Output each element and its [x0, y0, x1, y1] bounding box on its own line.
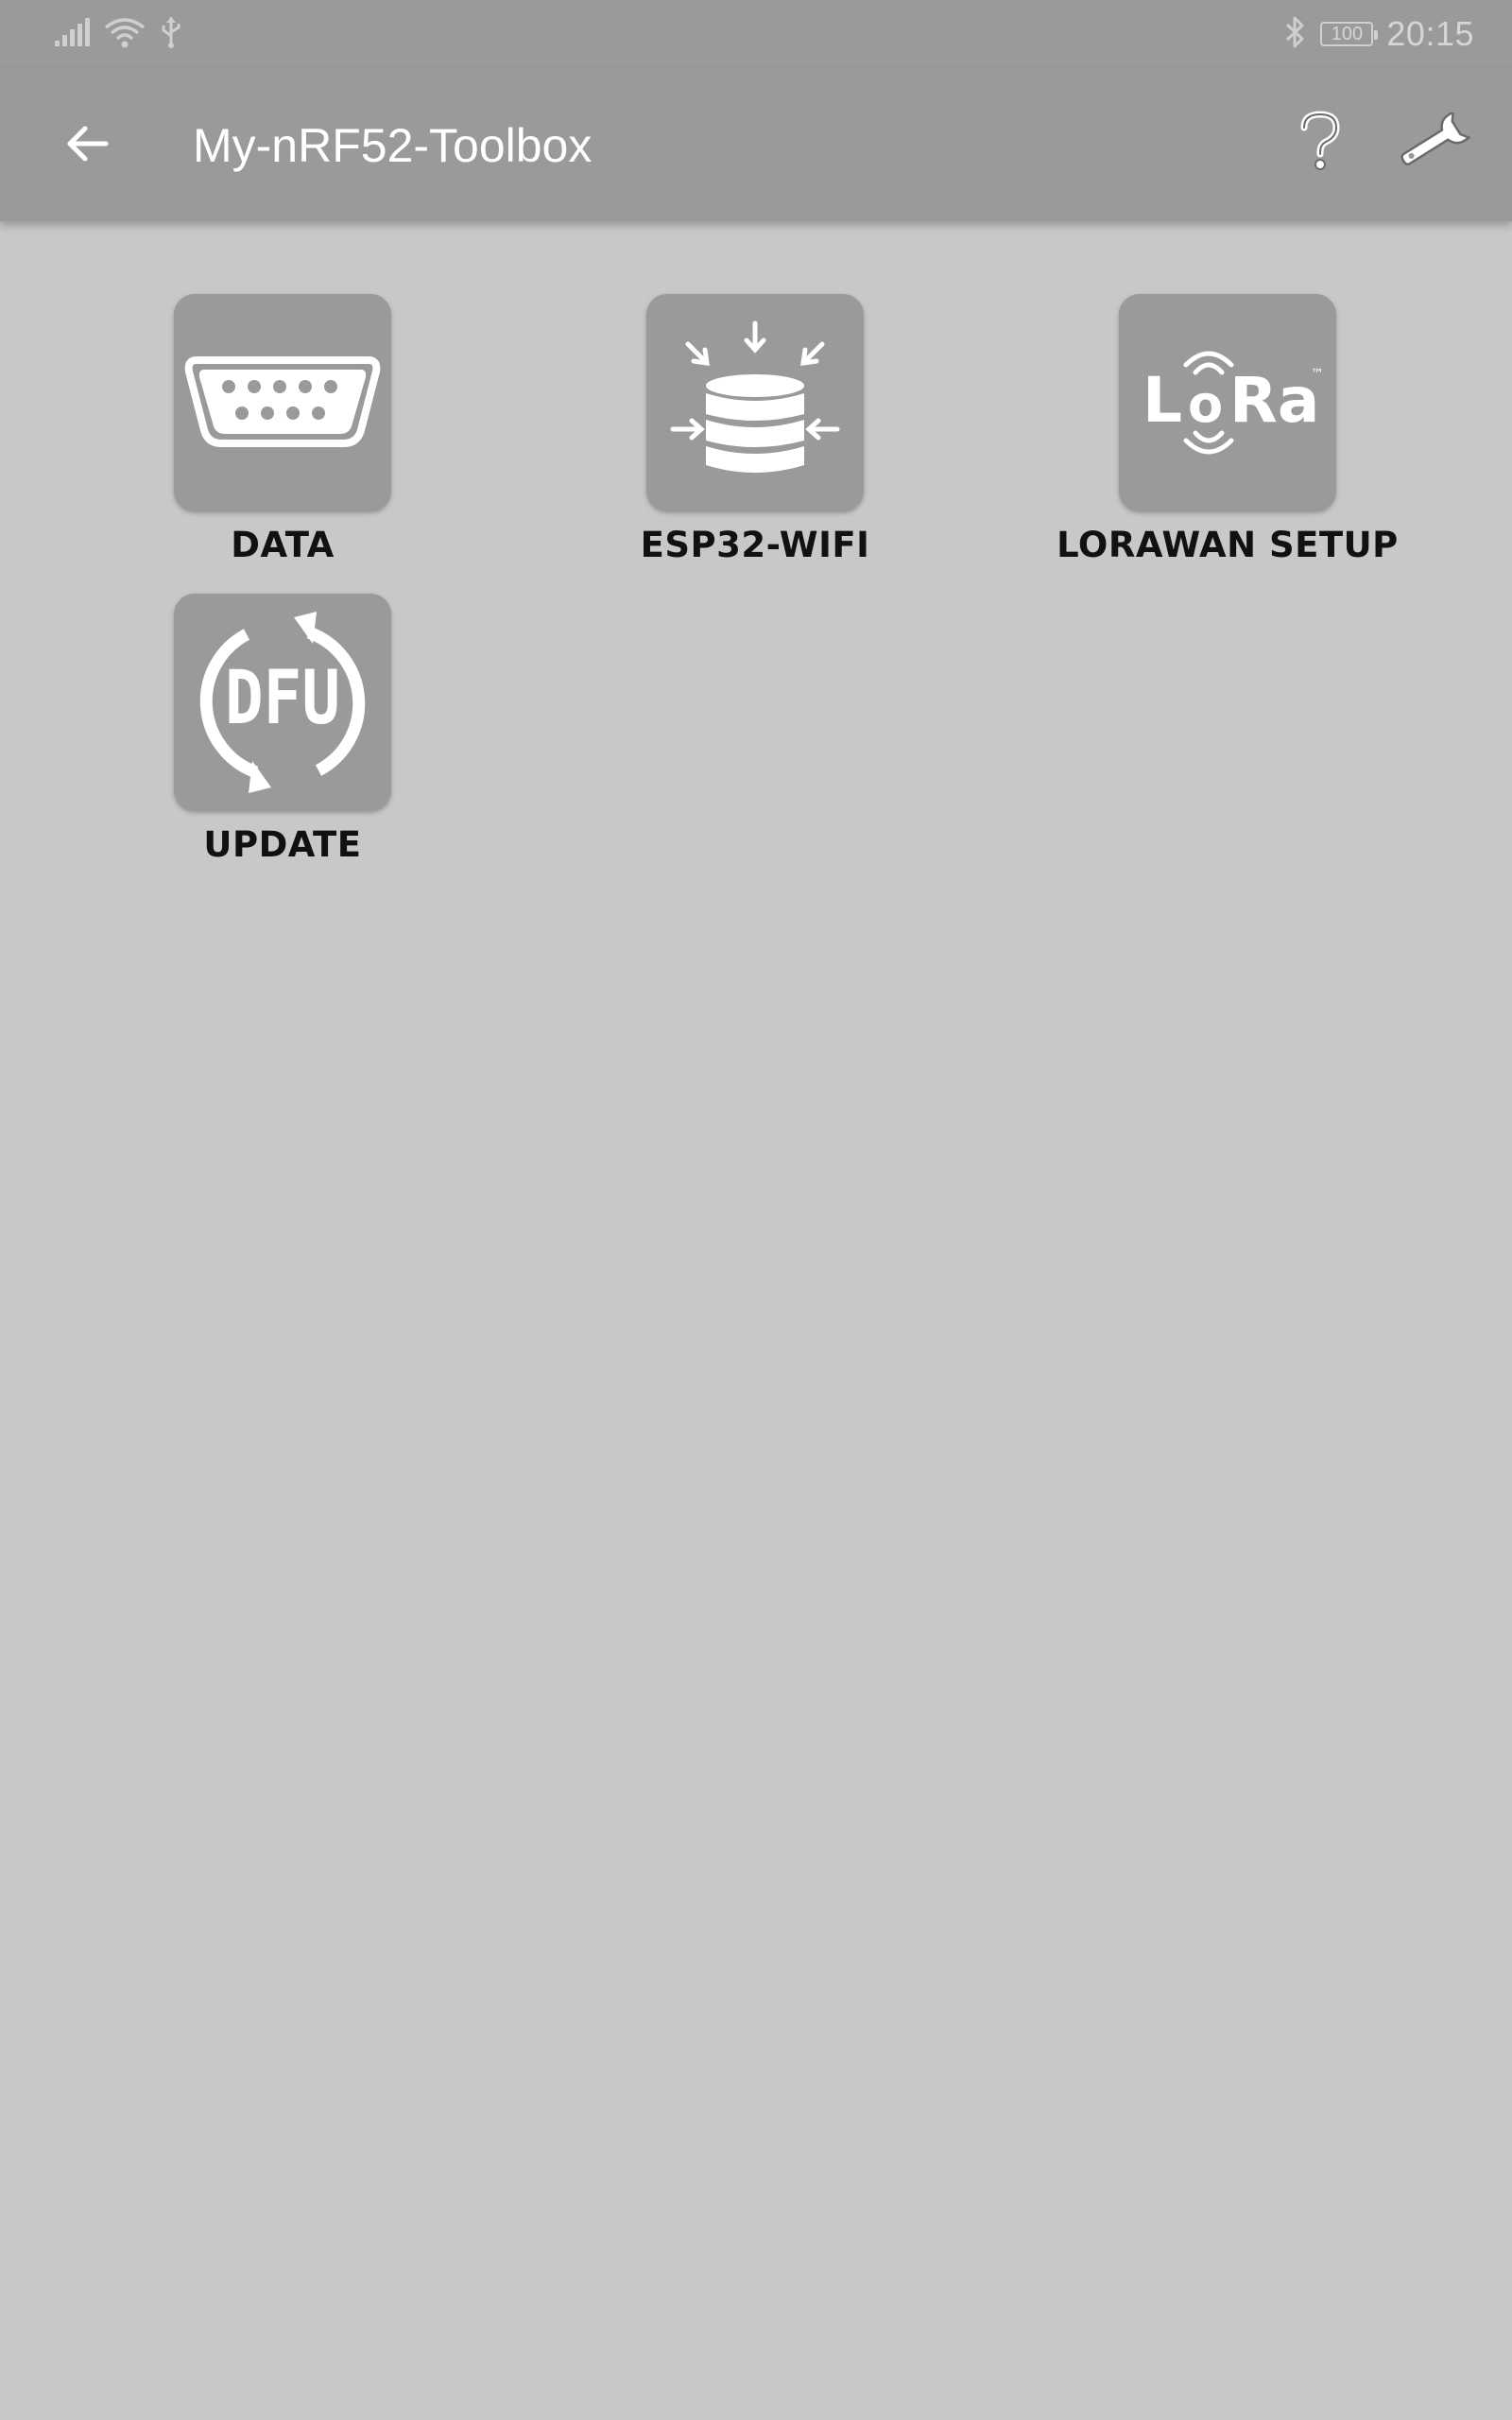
- lora-logo-icon: L o Ra ™: [1119, 294, 1336, 511]
- arrow-back-icon: [64, 121, 110, 171]
- usb-icon: [159, 15, 183, 54]
- help-button[interactable]: [1281, 104, 1359, 182]
- tile-label: LORAWAN SETUP: [1057, 525, 1399, 565]
- battery-icon: 100: [1320, 22, 1379, 46]
- app-bar: My-nRF52-Toolbox: [0, 68, 1512, 221]
- lora-trademark: ™: [1311, 367, 1324, 382]
- serial-connector-icon: [174, 294, 391, 511]
- lora-letters-ra: Ra: [1229, 364, 1319, 437]
- dfu-text: DFU: [225, 656, 340, 741]
- status-time: 20:15: [1386, 14, 1474, 53]
- bluetooth-icon: [1284, 15, 1307, 54]
- tile-update[interactable]: DFU UPDATE: [89, 594, 486, 868]
- battery-level: 100: [1331, 24, 1364, 44]
- status-bar: 100 20:15: [0, 0, 1512, 68]
- signal-icon: [53, 16, 91, 53]
- tile-data[interactable]: DATA: [89, 294, 486, 568]
- help-icon: [1298, 110, 1342, 176]
- status-right: 100 20:15: [1284, 9, 1474, 59]
- tile-lorawan-setup[interactable]: L o Ra ™ LORAWAN SETUP: [1034, 294, 1431, 568]
- back-button[interactable]: [53, 112, 121, 180]
- dfu-icon: DFU: [174, 594, 391, 811]
- lora-letter-o: o: [1188, 374, 1223, 434]
- tile-label: UPDATE: [203, 824, 362, 865]
- wifi-icon: [104, 16, 146, 53]
- database-icon: [646, 294, 864, 511]
- page-title: My-nRF52-Toolbox: [193, 119, 593, 172]
- tile-label: ESP32-WIFI: [640, 525, 870, 565]
- wrench-icon: [1398, 110, 1473, 174]
- tile-label: DATA: [231, 525, 335, 565]
- tile-esp32-wifi[interactable]: ESP32-WIFI: [561, 294, 958, 568]
- settings-button[interactable]: [1393, 104, 1478, 182]
- status-left: [53, 13, 183, 55]
- lora-letter-l: L: [1143, 364, 1182, 437]
